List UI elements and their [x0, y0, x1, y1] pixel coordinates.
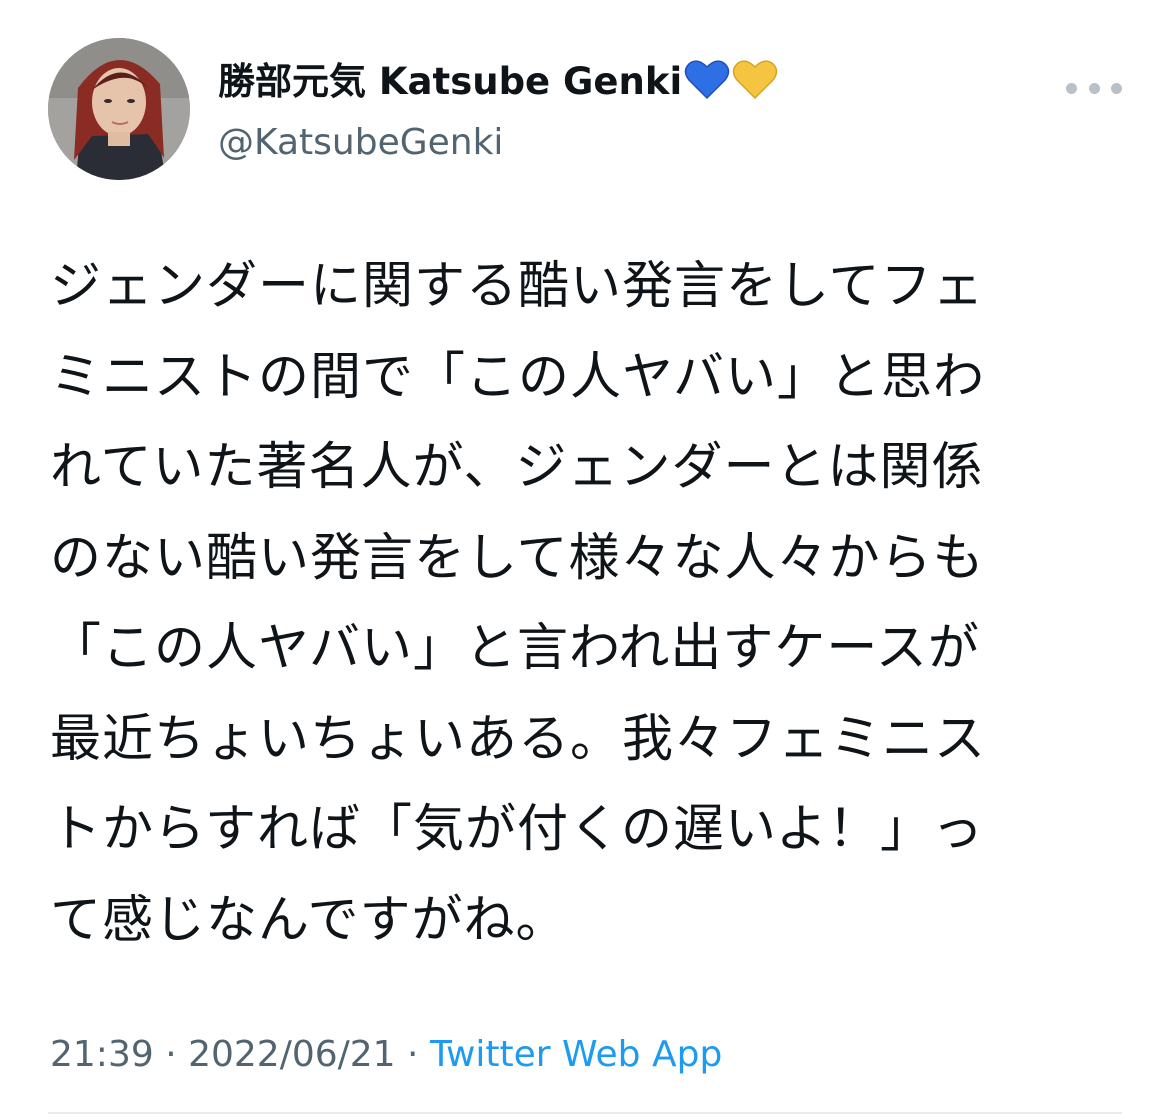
- meta-separator: ·: [395, 1034, 430, 1075]
- tweet: 勝部元気 Katsube Genki @KatsubeGenki ジェンダーに関…: [0, 0, 1170, 1120]
- more-options-button[interactable]: [1066, 70, 1122, 106]
- tweet-meta: 21:39 · 2022/06/21 · Twitter Web App: [50, 1032, 722, 1078]
- more-horizontal-icon-dot: [1088, 82, 1100, 94]
- tweet-text-line: 最近ちょいちょいある。我々フェミニス: [50, 709, 987, 769]
- blue-heart-icon: [684, 58, 730, 114]
- display-name[interactable]: 勝部元気 Katsube Genki: [218, 60, 682, 103]
- divider: [48, 1112, 1122, 1114]
- tweet-text-line: のない酷い発言をして様々な人々からも: [50, 528, 985, 588]
- more-horizontal-icon-dot: [1111, 82, 1122, 94]
- tweet-text-line: れていた著名人が、ジェンダーとは関係: [50, 438, 984, 497]
- tweet-text-line: トからすれば「気が付くの遅いよ！」っ: [50, 800, 984, 859]
- author-block: 勝部元気 Katsube Genki @KatsubeGenki: [218, 56, 1030, 168]
- yellow-heart-icon: [732, 58, 778, 114]
- tweet-text-line: て感じなんですがね。: [50, 890, 568, 950]
- tweet-text-line: 「この人ヤバい」と言われ出すケースが: [50, 619, 980, 678]
- meta-separator: ·: [153, 1034, 189, 1075]
- display-name-row[interactable]: 勝部元気 Katsube Genki: [218, 56, 1030, 114]
- tweet-time[interactable]: 21:39: [50, 1034, 154, 1075]
- tweet-date[interactable]: 2022/06/21: [188, 1034, 396, 1075]
- tweet-text: ジェンダーに関する酷い発言をしてフェ ミニストの間で「この人ヤバい」と思わ れて…: [50, 242, 1130, 966]
- tweet-text-line: ジェンダーに関する酷い発言をしてフェ: [50, 257, 985, 316]
- avatar-photo: [48, 38, 190, 180]
- user-handle[interactable]: @KatsubeGenki: [218, 118, 1030, 168]
- tweet-text-line: ミニストの間で「この人ヤバい」と思わ: [50, 347, 985, 407]
- avatar[interactable]: [48, 38, 190, 180]
- tweet-source-link[interactable]: Twitter Web App: [430, 1034, 722, 1075]
- more-horizontal-icon: [1066, 82, 1077, 94]
